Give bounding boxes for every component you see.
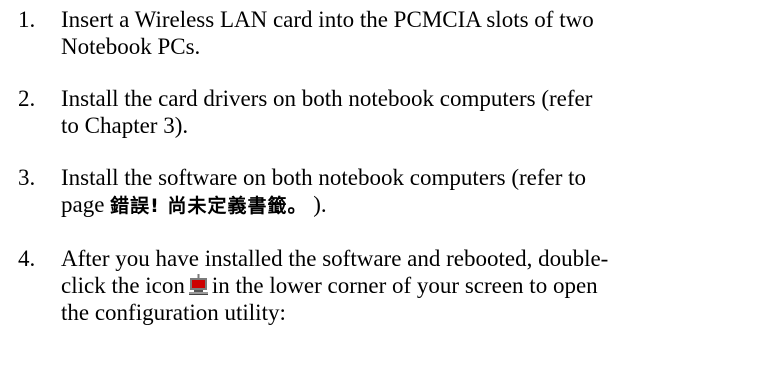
wireless-monitor-icon: [188, 274, 208, 295]
step-text-line: After you have installed the software an…: [61, 246, 609, 271]
step-text-line: Install the card drivers on both noteboo…: [61, 86, 593, 111]
step-text-line: page 錯誤! 尚未定義書籤。 ).: [61, 191, 761, 220]
bookmark-error-text: 錯誤! 尚未定義書籤。: [110, 195, 308, 217]
step-text-line: Notebook PCs.: [61, 34, 201, 59]
step-text: page: [61, 192, 111, 217]
step-number: 1.: [18, 7, 36, 32]
step-text-line: Insert a Wireless LAN card into the PCMC…: [61, 7, 594, 32]
step-text-line: Install the software on both notebook co…: [61, 165, 587, 190]
step-text: click the icon: [61, 273, 185, 298]
step-text: in the lower corner of your screen to op…: [211, 273, 598, 298]
step-number: 3.: [18, 165, 36, 190]
step-text-line: to Chapter 3).: [61, 113, 189, 138]
step-text: ).: [307, 192, 327, 217]
step-number: 2.: [18, 86, 36, 111]
step-2: 2. Install the card drivers on both note…: [0, 85, 761, 139]
step-3: 3. Install the software on both notebook…: [0, 164, 761, 220]
step-text-line: click the icon in the lower corner of yo…: [61, 272, 761, 299]
step-text-line: the configuration utility:: [61, 300, 286, 325]
step-number: 4.: [18, 246, 36, 271]
step-1: 1. Insert a Wireless LAN card into the P…: [0, 6, 761, 60]
step-4: 4. After you have installed the software…: [0, 245, 761, 326]
installation-steps: 1. Insert a Wireless LAN card into the P…: [0, 6, 761, 351]
